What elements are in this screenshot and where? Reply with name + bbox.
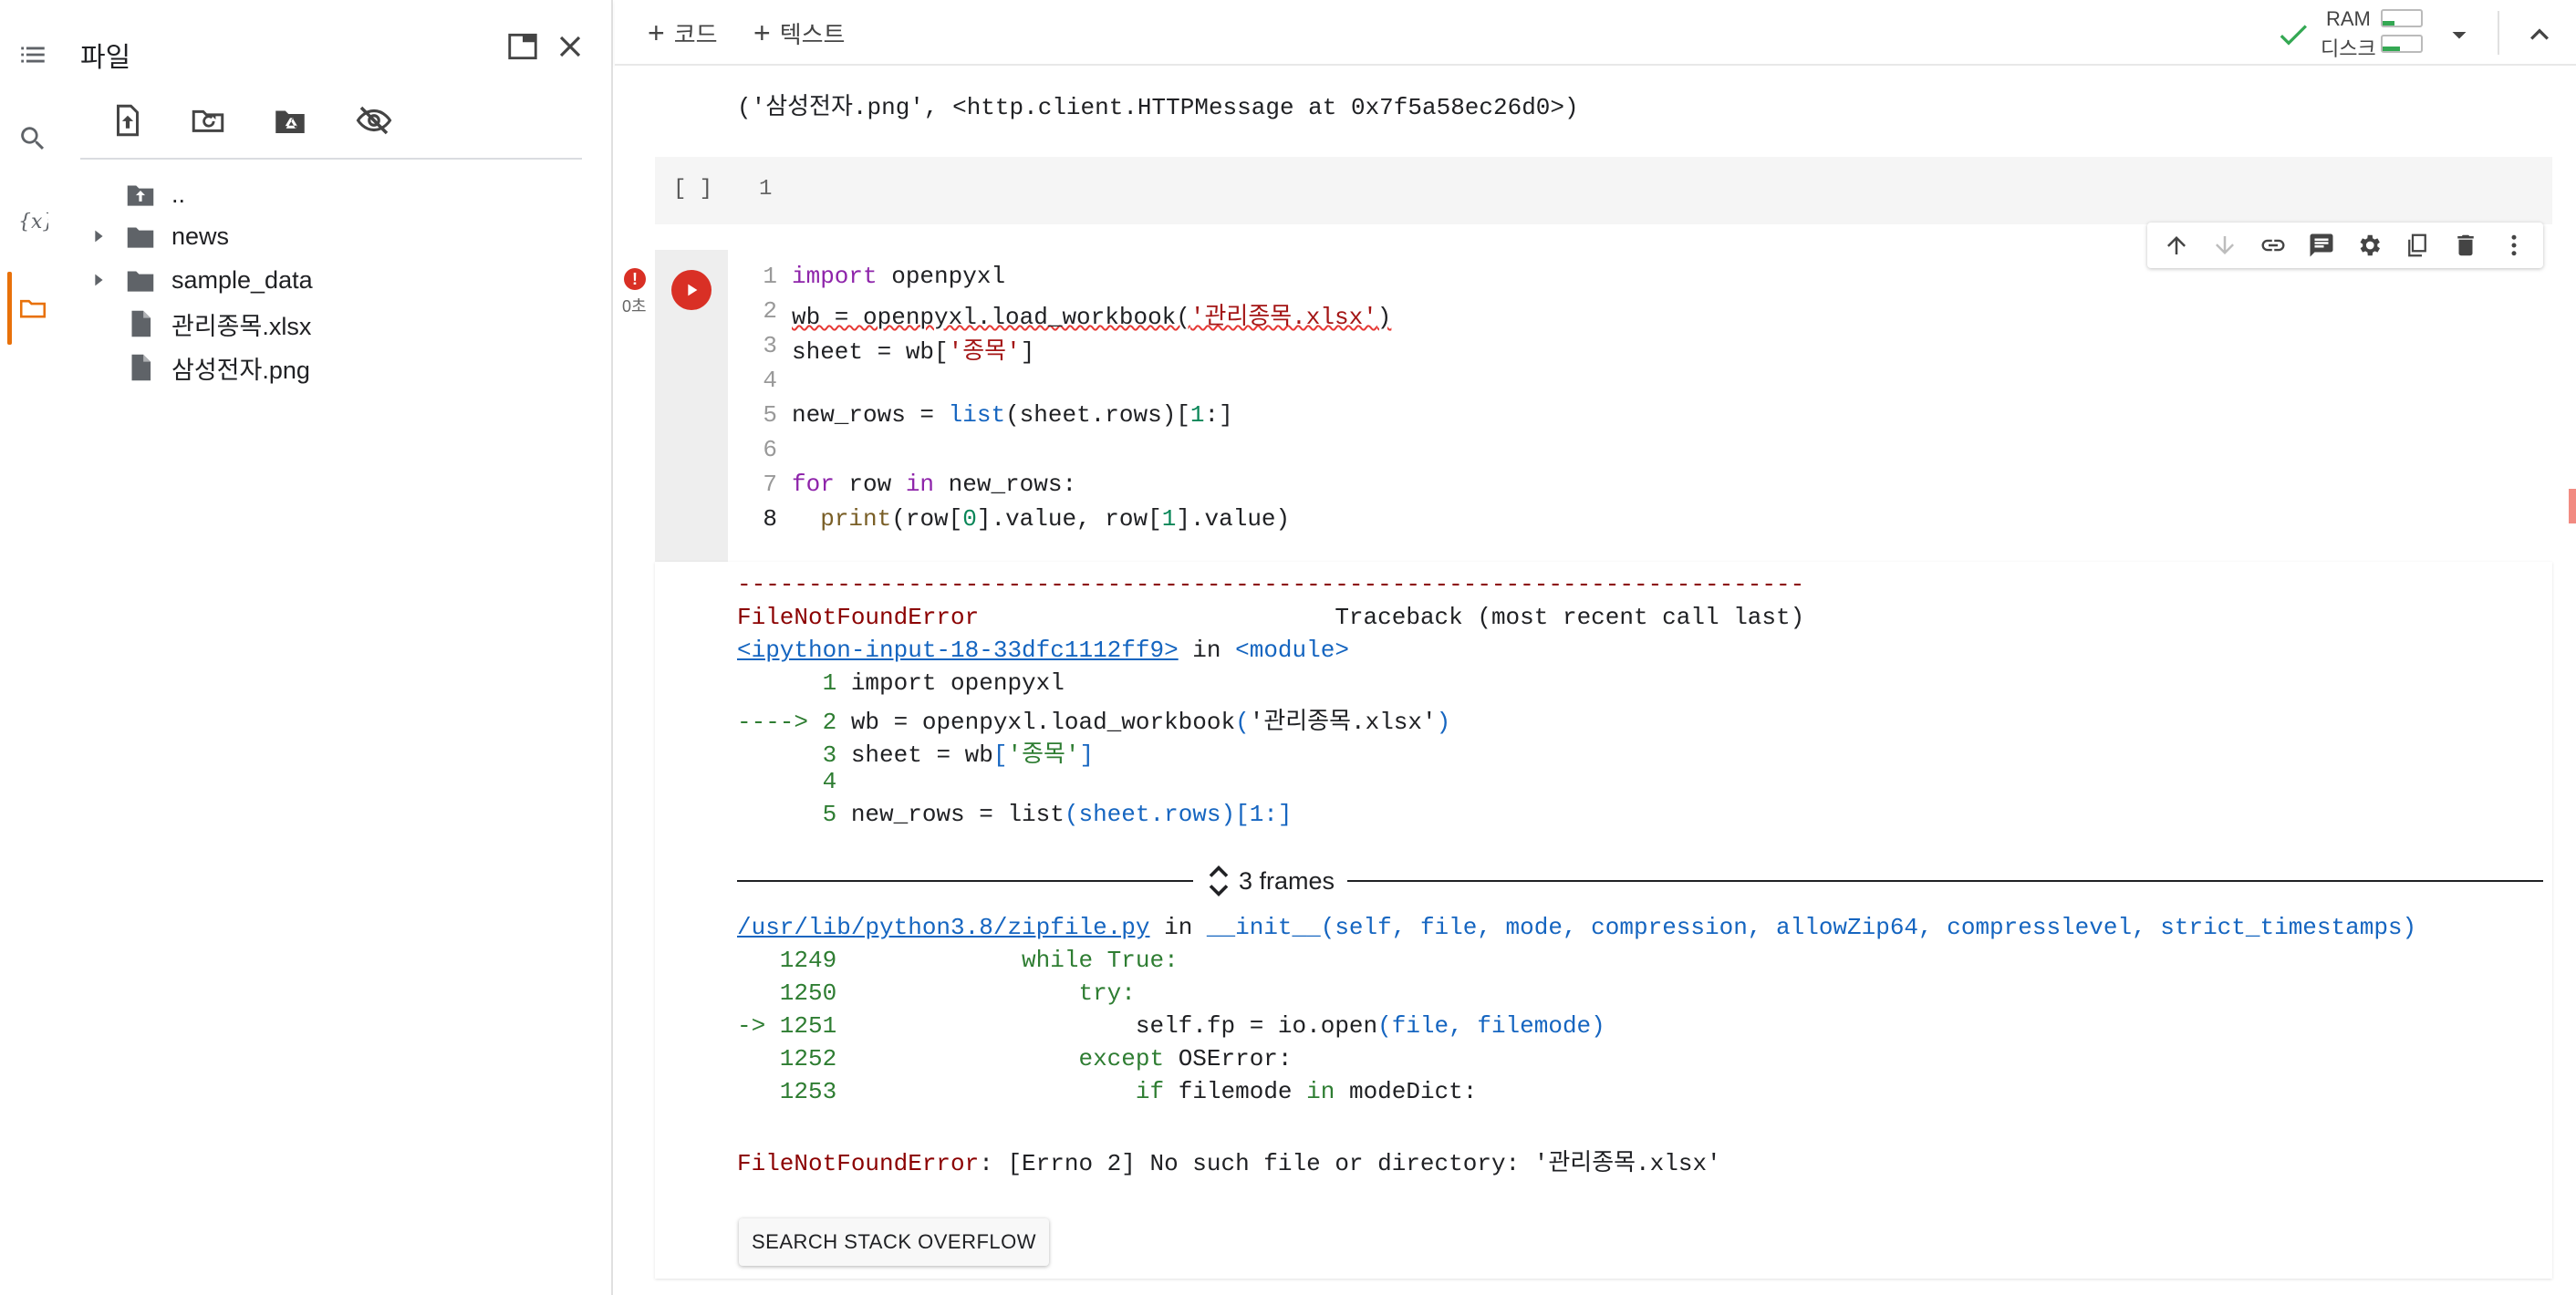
traceback-line: 1252 except OSError: [737,1045,1293,1072]
error-badge-icon: ! [624,268,646,290]
code-line: 5 new_rows = list(sheet.rows)[1:] [763,401,1233,429]
code-line: 4 [763,367,777,394]
svg-text:{x}: {x} [18,211,48,233]
expand-collapse-icon [1209,865,1229,896]
folder-icon [117,263,164,297]
run-gutter [655,250,728,562]
error-scroll-marker [2569,489,2576,523]
add-code-button[interactable]: + 코드 [648,15,718,51]
file-panel-title: 파일 [80,43,131,73]
tree-item-news[interactable]: news [80,215,591,257]
execution-time: 0초 [622,297,647,316]
ipython-input-link[interactable]: <ipython-input-18-33dfc1112ff9> [737,637,1179,664]
line-number: 1 [759,177,773,202]
traceback-line: 1249 while True: [737,947,1179,974]
folder-icon [117,219,164,254]
mount-drive-icon[interactable] [265,95,316,146]
chevron-up-icon[interactable] [2521,16,2558,53]
open-in-tab-icon[interactable] [500,24,545,69]
traceback-header: FileNotFoundError Traceback (most recent… [737,604,1805,631]
hide-files-icon[interactable] [348,95,400,146]
ram-meter[interactable] [2381,9,2423,27]
cell-output: ----------------------------------------… [655,562,2552,1279]
frames-toggle[interactable]: 3 frames [1193,865,1347,897]
delete-icon[interactable] [2447,227,2484,264]
code-cell[interactable]: 1 import openpyxl 2 wb = openpyxl.load_w… [655,250,2576,562]
variables-icon[interactable]: {x} [0,188,66,254]
traceback-line: 5 new_rows = list(sheet.rows)[1:] [737,801,1293,828]
files-folder-icon[interactable] [0,275,66,341]
side-icon-rail: {x} [0,0,66,1295]
traceback-line: 1250 try: [737,979,1136,1007]
final-error-message: FileNotFoundError: [Errno 2] No such fil… [737,1150,1721,1177]
move-up-icon[interactable] [2158,227,2195,264]
traceback-location: /usr/lib/python3.8/zipfile.py in __init_… [737,914,2417,941]
panel-divider [80,158,582,160]
empty-code-cell[interactable]: [ ] 1 [655,157,2552,224]
expand-arrow-icon[interactable] [80,270,117,290]
close-icon[interactable] [547,24,593,69]
mirror-cell-icon[interactable] [2399,227,2436,264]
cell-toolbar [2147,223,2543,268]
more-options-icon[interactable] [2496,227,2532,264]
table-of-contents-icon[interactable] [0,22,66,88]
run-cell-button[interactable] [671,270,712,310]
traceback-line: 3 sheet = wb['종목'] [737,741,1095,769]
notebook-area: ('삼성전자.png', <http.client.HTTPMessage at… [615,66,2576,1295]
code-line: 3 sheet = wb['종목'] [763,332,1035,366]
code-line: 7 for row in new_rows: [763,471,1077,498]
file-icon [117,350,164,385]
gear-icon[interactable] [2351,227,2387,264]
refresh-folder-icon[interactable] [182,95,234,146]
traceback-separator: ----------------------------------------… [737,571,1805,598]
zipfile-link[interactable]: /usr/lib/python3.8/zipfile.py [737,914,1149,941]
code-line: 6 [763,436,777,463]
chevron-down-icon[interactable] [2443,18,2476,51]
upload-file-icon[interactable] [102,95,153,146]
add-text-button[interactable]: + 텍스트 [753,15,845,51]
move-down-icon[interactable] [2207,227,2243,264]
notebook-toolbar: + 코드 + 텍스트 RAM 디스크 [615,0,2576,66]
link-icon[interactable] [2255,227,2291,264]
code-line: 8 print(row[0].value, row[1].value) [763,505,1291,533]
tree-item-parent[interactable]: .. [80,173,591,215]
tree-item-png-file[interactable]: 삼성전자.png [80,347,591,388]
folder-up-icon [117,177,164,212]
expand-arrow-icon[interactable] [80,226,117,246]
tree-item-xlsx-file[interactable]: 관리종목.xlsx [80,303,591,345]
search-stack-overflow-button[interactable]: SEARCH STACK OVERFLOW [739,1218,1050,1266]
plus-icon: + [648,16,665,49]
search-icon[interactable] [0,106,66,171]
traceback-line: 1253 if filemode in modeDict: [737,1078,1478,1105]
previous-cell-output: ('삼성전자.png', <http.client.HTTPMessage at… [737,94,1579,121]
file-panel: 파일 .. news sample_data 관리종목.xlsx 삼성전자.pn… [66,0,613,1295]
traceback-line: 4 [737,768,851,795]
file-icon [117,306,164,341]
play-icon [688,284,698,296]
code-line: 1 import openpyxl [763,263,1006,290]
plus-icon: + [753,16,771,49]
traceback-line: 1 import openpyxl [737,669,1065,697]
tree-item-sample-data[interactable]: sample_data [80,259,591,301]
connected-check-icon [2280,25,2307,46]
traceback-line: ----> 2 wb = openpyxl.load_workbook('관리종… [737,709,1451,736]
code-line: 2 wb = openpyxl.load_workbook('관리종목.xlsx… [763,297,1392,331]
cell-exec-brackets[interactable]: [ ] [673,177,712,202]
frames-divider: 3 frames [737,863,2543,899]
disk-meter[interactable] [2381,35,2423,53]
traceback-location: <ipython-input-18-33dfc1112ff9> in <modu… [737,637,1349,664]
toolbar-separator [2498,11,2499,55]
disk-label[interactable]: 디스크 [2321,33,2376,62]
comment-icon[interactable] [2303,227,2340,264]
traceback-line: -> 1251 self.fp = io.open(file, filemode… [737,1012,1605,1040]
ram-label[interactable]: RAM [2326,7,2371,31]
code-editor[interactable]: 1 import openpyxl 2 wb = openpyxl.load_w… [728,250,2552,562]
